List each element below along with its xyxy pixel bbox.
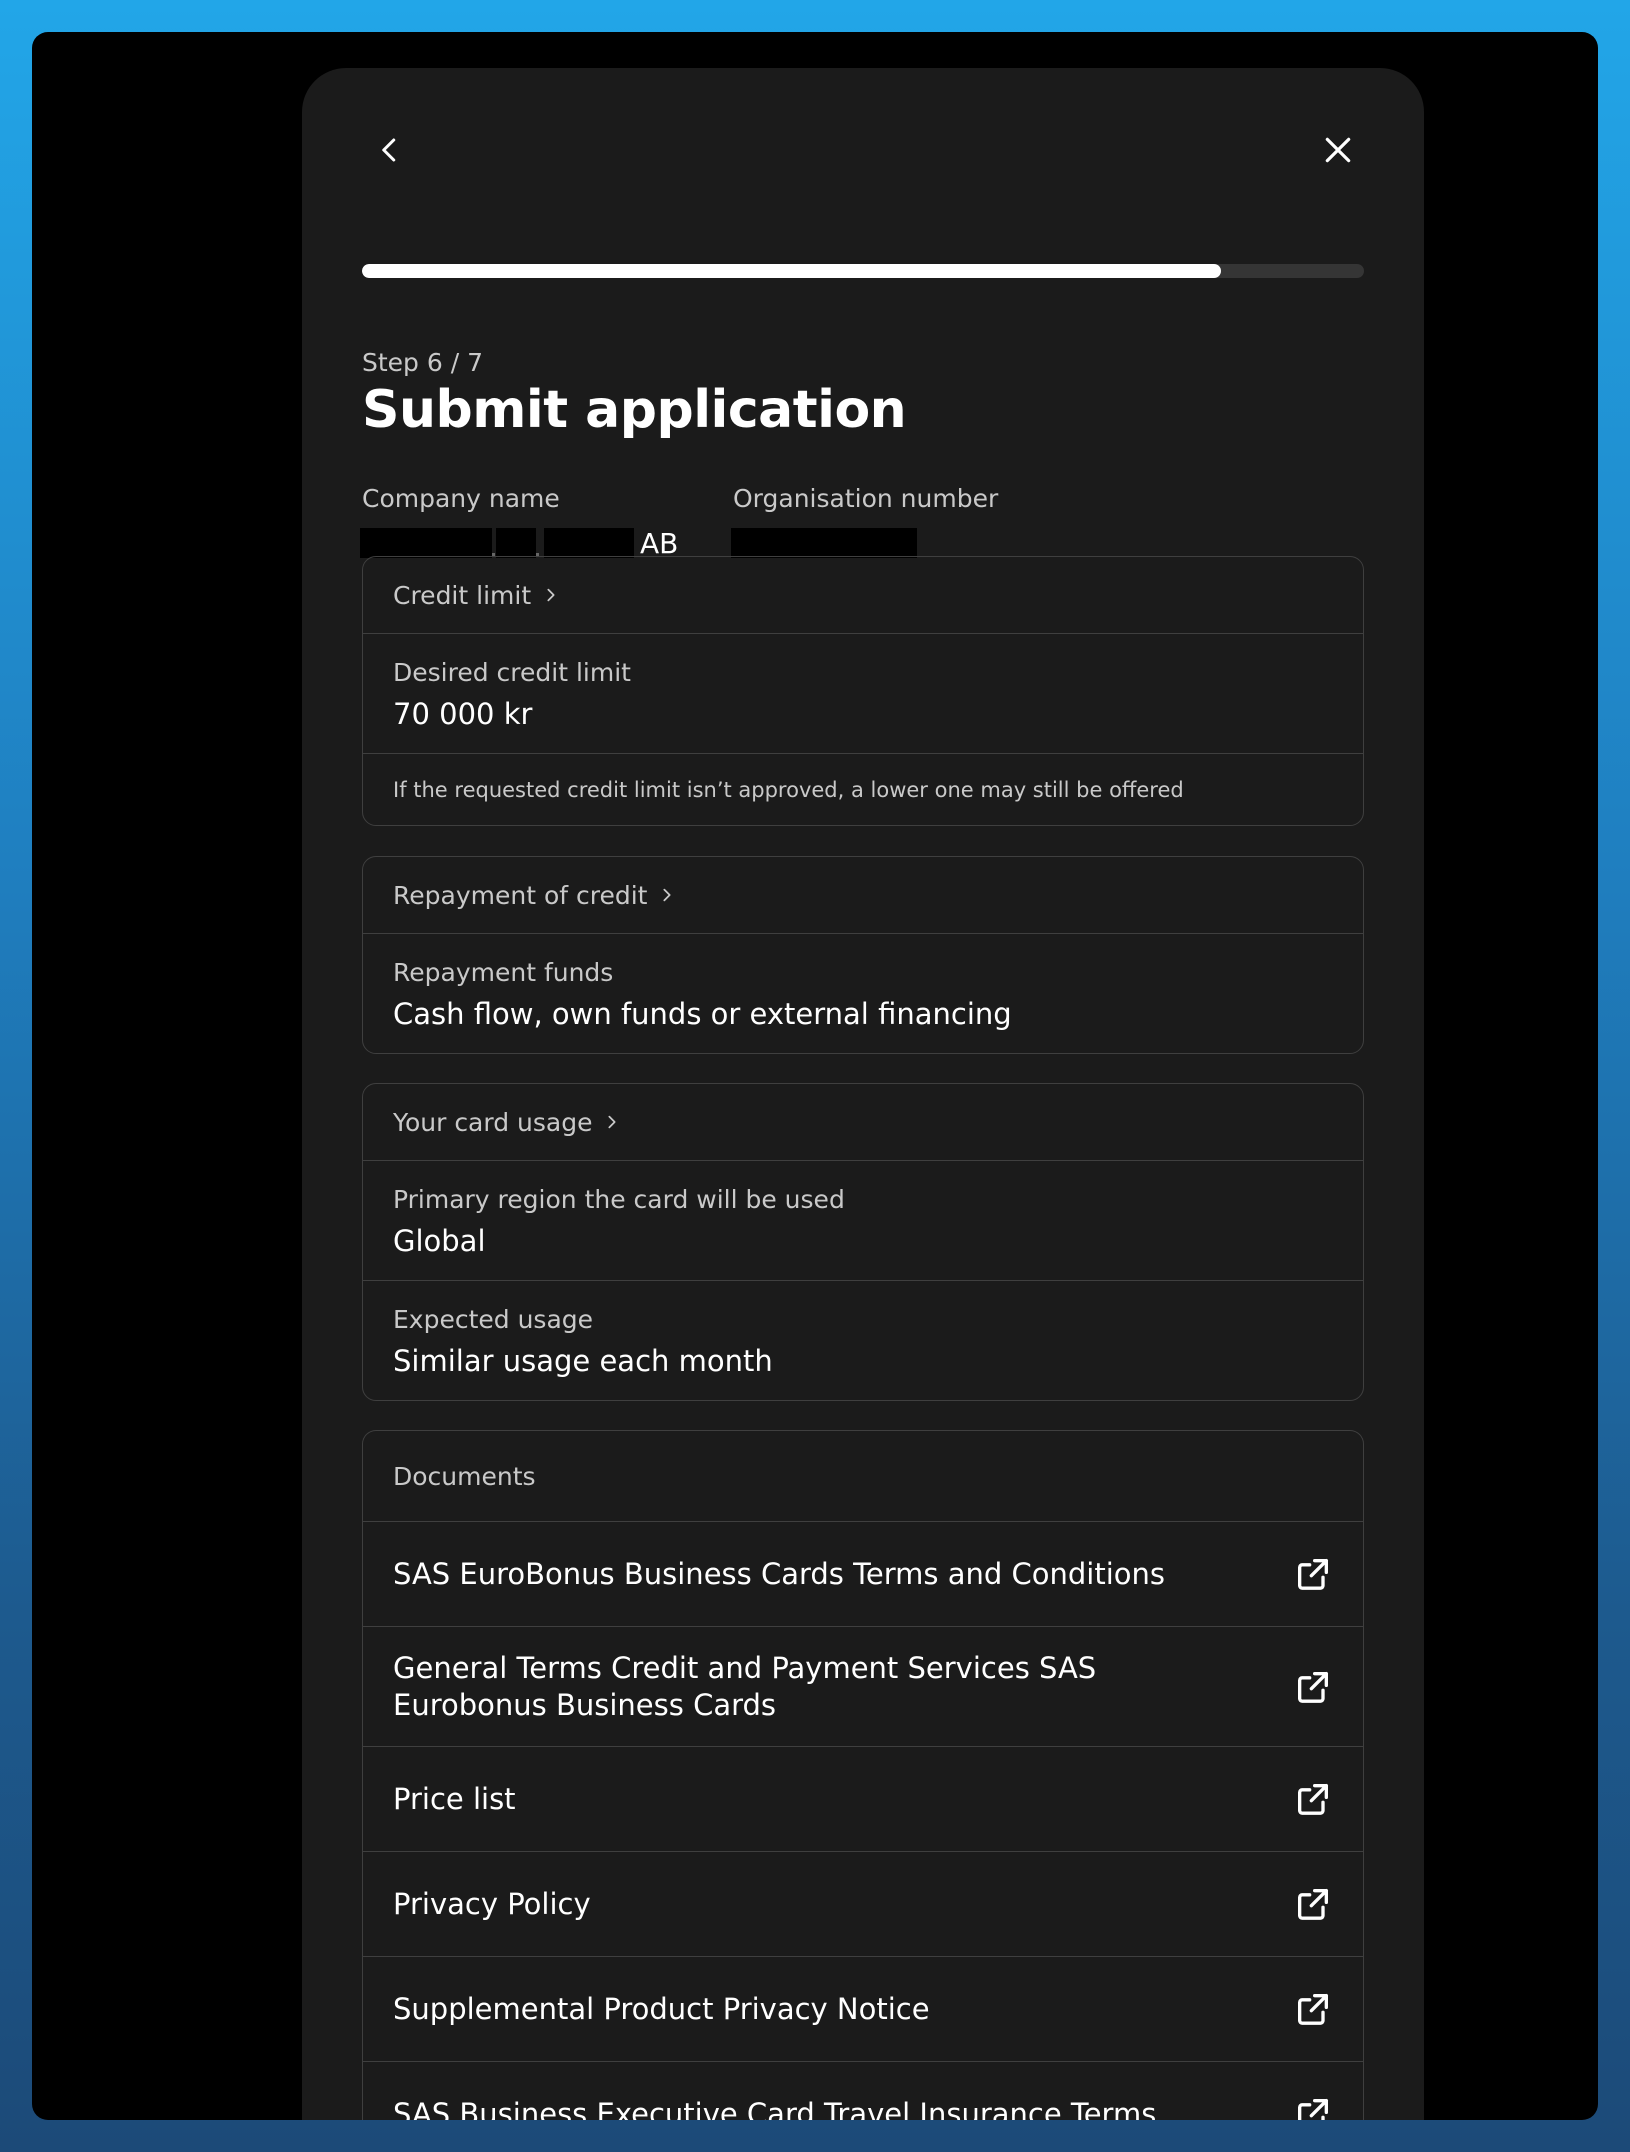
documents-card: Documents SAS EuroBonus Business Cards T… bbox=[362, 1430, 1364, 2120]
external-link-icon bbox=[1298, 1559, 1328, 1590]
back-button[interactable] bbox=[360, 120, 420, 180]
close-button[interactable] bbox=[1308, 120, 1368, 180]
card-usage-header[interactable]: Your card usage bbox=[363, 1084, 1363, 1160]
document-link-terms-conditions[interactable]: SAS EuroBonus Business Cards Terms and C… bbox=[363, 1521, 1363, 1626]
field-label: Desired credit limit bbox=[393, 658, 631, 687]
section-title: Your card usage bbox=[393, 1107, 593, 1137]
document-label: General Terms Credit and Payment Service… bbox=[393, 1650, 1097, 1722]
app-window: Step 6 / 7 Submit application Company na… bbox=[32, 32, 1598, 2120]
repayment-funds-row: Repayment funds Cash flow, own funds or … bbox=[363, 933, 1363, 1053]
application-dialog: Step 6 / 7 Submit application Company na… bbox=[302, 68, 1424, 2120]
document-link-privacy-policy[interactable]: Privacy Policy bbox=[363, 1851, 1363, 1956]
field-value: Similar usage each month bbox=[393, 1344, 773, 1378]
repayment-header[interactable]: Repayment of credit bbox=[363, 857, 1363, 933]
close-icon bbox=[1325, 137, 1351, 163]
section-title: Repayment of credit bbox=[393, 880, 648, 910]
external-link-icon bbox=[1298, 1889, 1328, 1920]
company-name-label: Company name bbox=[362, 484, 560, 513]
document-label: SAS Business Executive Card Travel Insur… bbox=[393, 2096, 1157, 2121]
redacted-separator bbox=[492, 528, 496, 558]
redacted-block bbox=[544, 528, 634, 558]
redacted-block bbox=[360, 528, 492, 558]
progress-fill bbox=[362, 264, 1221, 278]
desired-credit-limit-row: Desired credit limit 70 000 kr bbox=[363, 633, 1363, 753]
document-label: Privacy Policy bbox=[393, 1886, 591, 1921]
external-link-icon bbox=[1298, 1671, 1328, 1703]
primary-region-row: Primary region the card will be used Glo… bbox=[363, 1160, 1363, 1280]
step-indicator: Step 6 / 7 bbox=[362, 348, 483, 377]
credit-limit-card: Credit limit Desired credit limit 70 000… bbox=[362, 556, 1364, 826]
document-label: Price list bbox=[393, 1781, 516, 1816]
org-number-label: Organisation number bbox=[733, 484, 999, 513]
documents-header: Documents bbox=[393, 1461, 536, 1491]
chevron-right-icon bbox=[608, 1115, 617, 1129]
field-label: Repayment funds bbox=[393, 958, 614, 987]
redacted-block bbox=[496, 528, 536, 558]
company-name-suffix: AB bbox=[640, 526, 679, 560]
progress-bar bbox=[362, 264, 1364, 278]
repayment-card: Repayment of credit Repayment funds Cash… bbox=[362, 856, 1364, 1054]
chevron-left-icon bbox=[382, 138, 396, 162]
credit-limit-note: If the requested credit limit isn’t appr… bbox=[363, 753, 1363, 825]
external-link-icon bbox=[1298, 1994, 1328, 2025]
document-link-general-terms[interactable]: General Terms Credit and Payment Service… bbox=[363, 1626, 1363, 1746]
credit-limit-header[interactable]: Credit limit bbox=[363, 557, 1363, 633]
field-label: Expected usage bbox=[393, 1305, 594, 1334]
redacted-block bbox=[731, 528, 917, 558]
document-link-privacy-notice[interactable]: Supplemental Product Privacy Notice bbox=[363, 1956, 1363, 2061]
external-link-icon bbox=[1298, 2099, 1328, 2120]
field-value: Cash flow, own funds or external financi… bbox=[393, 997, 1012, 1031]
card-usage-card: Your card usage Primary region the card … bbox=[362, 1083, 1364, 1401]
page-title: Submit application bbox=[362, 380, 907, 440]
expected-usage-row: Expected usage Similar usage each month bbox=[363, 1280, 1363, 1400]
document-link-price-list[interactable]: Price list bbox=[363, 1746, 1363, 1851]
field-value: Global bbox=[393, 1224, 486, 1258]
chevron-right-icon bbox=[547, 588, 555, 602]
external-link-icon bbox=[1298, 1784, 1328, 1815]
document-link-travel-insurance[interactable]: SAS Business Executive Card Travel Insur… bbox=[363, 2061, 1363, 2120]
chevron-right-icon bbox=[663, 888, 672, 902]
document-label: Supplemental Product Privacy Notice bbox=[393, 1991, 930, 2026]
section-title: Credit limit bbox=[393, 580, 532, 610]
field-value: 70 000 kr bbox=[393, 697, 533, 731]
redacted-separator bbox=[536, 528, 540, 558]
company-name-value: AB bbox=[360, 526, 678, 560]
field-label: Primary region the card will be used bbox=[393, 1185, 845, 1214]
document-label: SAS EuroBonus Business Cards Terms and C… bbox=[393, 1556, 1166, 1591]
org-number-value bbox=[731, 526, 917, 560]
